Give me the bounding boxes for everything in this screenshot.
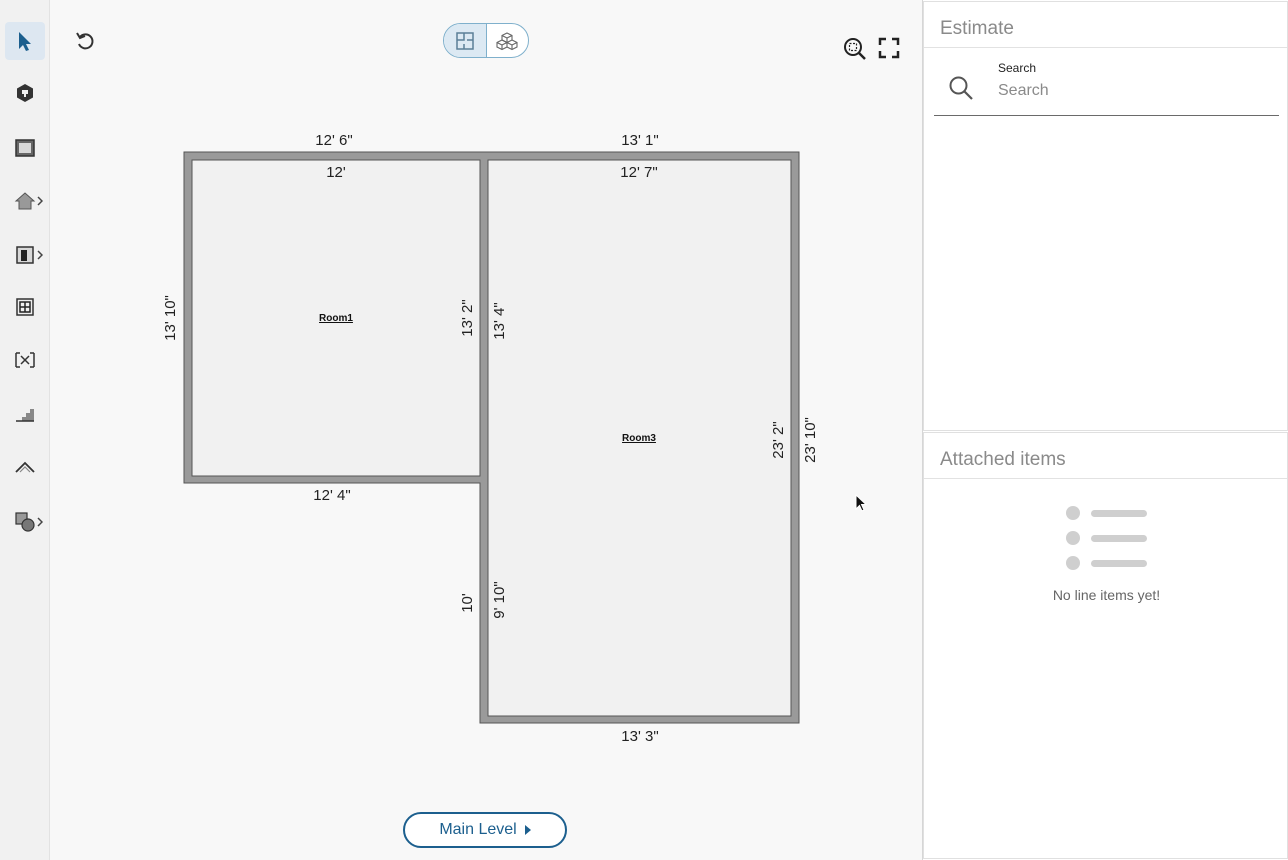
search-field-label: Search [998, 61, 1037, 75]
attached-items-title: Attached items [924, 433, 1287, 479]
mouse-cursor-icon [855, 494, 868, 512]
house-tool-button[interactable] [5, 182, 45, 220]
house-icon [14, 192, 36, 210]
search-icon [949, 76, 973, 100]
level-label: Main Level [439, 821, 517, 838]
room3-outer-left-lower-dimension: 10' [459, 593, 476, 613]
room3-outer-top-dimension: 13' 1" [621, 132, 658, 149]
list-placeholder-icon [1066, 506, 1147, 570]
room-icon [15, 139, 35, 157]
shapes-tool-button[interactable] [5, 503, 45, 541]
stairs-icon [16, 409, 34, 422]
floor-plan: Room1 Room3 12' 6" 12' 12' 4" 13' 10" 13… [162, 132, 819, 745]
chevron-right-icon [37, 250, 43, 260]
attached-items-section: Attached items No line items yet! [923, 432, 1288, 859]
window-icon [16, 298, 34, 316]
room1-inner-top-dimension: 12' [326, 164, 346, 181]
estimate-search-field[interactable]: Search [934, 57, 1279, 116]
room3-outer-right-dimension: 23' 10" [802, 417, 819, 463]
right-panel: Estimate Search Attached items No line i… [922, 0, 1288, 860]
room1-outer-top-dimension: 12' 6" [315, 132, 352, 149]
caret-right-icon [524, 825, 531, 835]
search-input[interactable] [998, 79, 1268, 103]
estimate-section: Estimate Search [923, 1, 1288, 431]
door-icon [16, 246, 34, 264]
estimate-title: Estimate [924, 2, 1287, 48]
object-3d-icon [17, 84, 33, 102]
room3-inner-top-dimension: 12' 7" [620, 164, 657, 181]
chevron-right-icon [37, 196, 43, 206]
opening-icon [15, 352, 35, 368]
room3-outer-bottom-dimension: 13' 3" [621, 728, 658, 745]
room-tool-button[interactable] [5, 129, 45, 167]
room3-inner-right-dimension: 23' 2" [770, 421, 787, 458]
opening-tool-button[interactable] [5, 341, 45, 379]
room1-label[interactable]: Room1 [319, 313, 353, 324]
level-selector-button[interactable]: Main Level [403, 812, 567, 848]
window-tool-button[interactable] [5, 288, 45, 326]
shapes-icon [15, 512, 35, 532]
app: Room1 Room3 12' 6" 12' 12' 4" 13' 10" 13… [0, 0, 1288, 860]
roof-tool-button[interactable] [5, 448, 45, 486]
room3-inner-left-lower-dimension: 9' 10" [491, 581, 508, 618]
chevron-right-icon [37, 517, 43, 527]
stairs-tool-button[interactable] [5, 395, 45, 433]
empty-state-text: No line items yet! [1052, 587, 1161, 603]
roof-icon [15, 461, 35, 473]
room1-outer-left-dimension: 13' 10" [162, 295, 179, 341]
room1-outer-bottom-dimension: 12' 4" [313, 487, 350, 504]
room1-inner-right-dimension: 13' 2" [459, 299, 476, 336]
tool-sidebar [0, 0, 50, 860]
select-tool-button[interactable] [5, 22, 45, 60]
floor-plan-canvas[interactable]: Room1 Room3 12' 6" 12' 12' 4" 13' 10" 13… [50, 0, 922, 860]
room3-label[interactable]: Room3 [622, 433, 656, 444]
object-tool-button[interactable] [5, 74, 45, 112]
room3-inner-left-upper-dimension: 13' 4" [491, 302, 508, 339]
select-pointer-icon [19, 32, 31, 51]
door-tool-button[interactable] [5, 236, 45, 274]
